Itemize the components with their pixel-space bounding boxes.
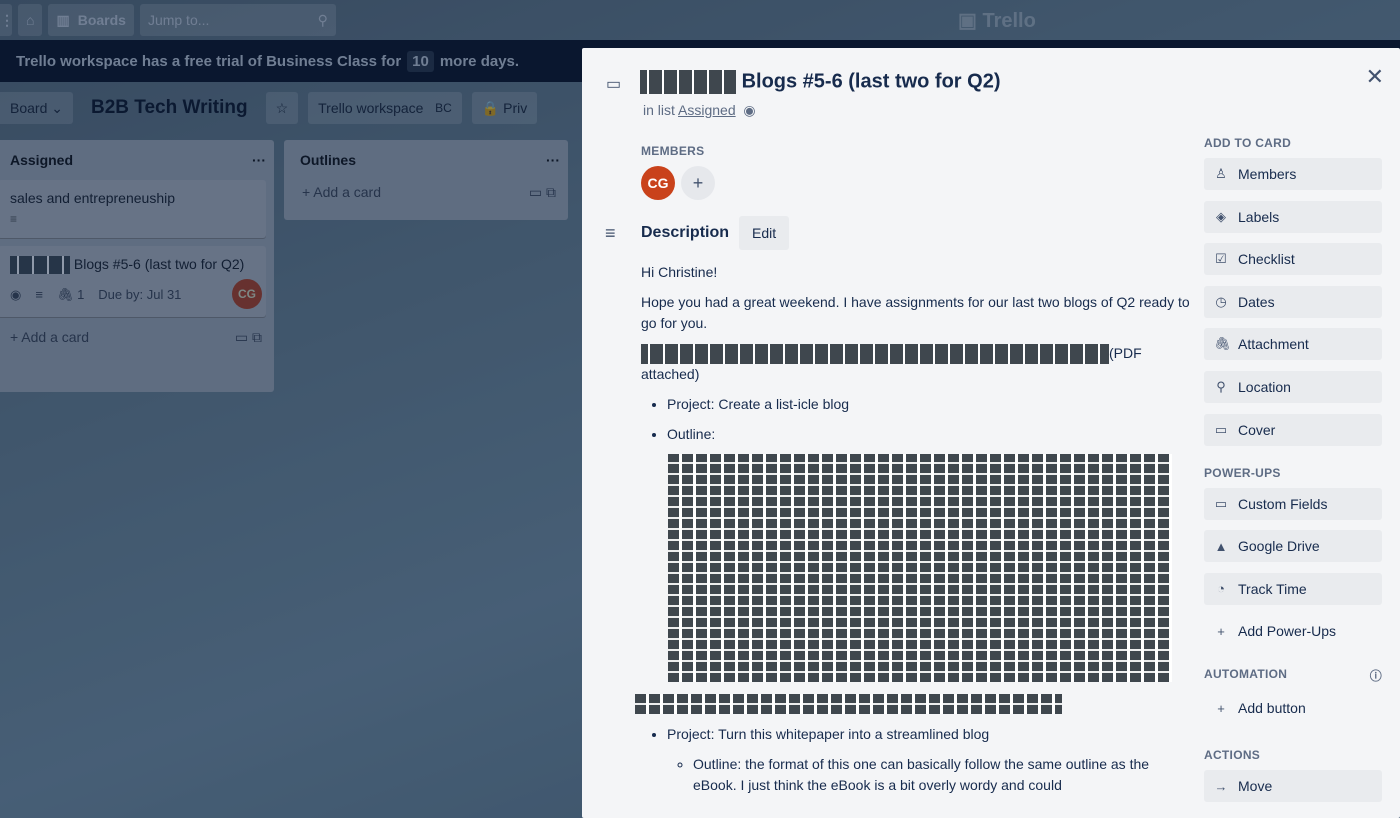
- card-icon: ▭: [606, 76, 622, 93]
- sidebar-button-checklist[interactable]: ☑ Checklist: [1204, 243, 1382, 276]
- sidebar-button-google-drive[interactable]: ▲ Google Drive: [1204, 530, 1382, 563]
- card-detail-modal: ✕ ▭ Blogs #5-6 (last two for Q2) in list…: [582, 48, 1400, 818]
- plus-icon: +: [1217, 623, 1225, 639]
- sidebar-button-label: Track Time: [1238, 580, 1307, 597]
- member-avatar[interactable]: CG: [641, 166, 675, 200]
- sidebar-button-labels[interactable]: ◈ Labels: [1204, 200, 1382, 233]
- desc-bullet: Project: Turn this whitepaper into a str…: [667, 724, 1191, 745]
- sidebar-button-location[interactable]: ⚲ Location: [1204, 370, 1382, 403]
- close-icon[interactable]: ✕: [1366, 64, 1384, 90]
- sidebar-button-label: Checklist: [1238, 251, 1295, 268]
- sidebar-button-members[interactable]: ♙ Members: [1204, 158, 1382, 190]
- track-time-icon: ◔: [1217, 581, 1225, 597]
- sidebar-button-label: Google Drive: [1238, 538, 1320, 555]
- cover-icon: ▭: [1214, 421, 1228, 437]
- plus-icon: +: [1217, 700, 1225, 716]
- watch-icon[interactable]: ◉: [743, 102, 755, 118]
- desc-greeting: Hi Christine!: [641, 264, 718, 280]
- sidebar-button-label: Add Power-Ups: [1238, 623, 1337, 640]
- sidebar-button-label: Location: [1238, 378, 1291, 395]
- desc-bullet: Project: Create a list-icle blog: [667, 394, 1191, 415]
- sidebar-button-attachment[interactable]: 🖇 Attachment: [1204, 328, 1382, 361]
- redacted-text: [641, 344, 1109, 365]
- sidebar-button-label: Attachment: [1238, 336, 1309, 353]
- paperclip-icon: 🖇: [1214, 336, 1231, 352]
- desc-intro: Hope you had a great weekend. I have ass…: [641, 294, 1190, 331]
- redacted-text: [635, 694, 1062, 715]
- powerups-label: POWER-UPS: [1204, 465, 1281, 480]
- description-body[interactable]: Hi Christine! Hope you had a great weeke…: [635, 262, 1191, 796]
- card-main: MEMBERS CG + ≡ Description Edit Hi Chris…: [605, 144, 1191, 805]
- card-title-text: Blogs #5-6 (last two for Q2): [741, 70, 1001, 93]
- clock-icon: ◷: [1215, 293, 1227, 309]
- google-drive-icon: ▲: [1214, 538, 1228, 554]
- sidebar-button-label: Dates: [1238, 293, 1275, 310]
- sidebar-button-label: Labels: [1238, 208, 1280, 225]
- checklist-icon: ☑: [1215, 251, 1227, 267]
- move-button[interactable]: → Move: [1204, 770, 1382, 803]
- actions-label: ACTIONS: [1204, 748, 1261, 763]
- arrow-right-icon: →: [1214, 778, 1228, 794]
- description-icon: ≡: [605, 222, 616, 243]
- automation-label: AUTOMATION: [1204, 667, 1288, 682]
- automation-header: AUTOMATION ⓘ: [1204, 667, 1382, 684]
- add-member-button[interactable]: +: [681, 166, 715, 200]
- sidebar-button-label: Custom Fields: [1238, 495, 1328, 512]
- custom-fields-icon: ▭: [1214, 495, 1228, 511]
- info-icon[interactable]: ⓘ: [1370, 667, 1382, 684]
- edit-description-button[interactable]: Edit: [739, 216, 790, 250]
- redacted-image: [668, 454, 1172, 683]
- sidebar-button-label: Members: [1238, 166, 1297, 182]
- in-list-info: in list Assigned ◉: [643, 102, 756, 119]
- sidebar-button-add-power-ups[interactable]: + Add Power-Ups: [1204, 615, 1382, 647]
- desc-sub-bullet: Outline: the format of this one can basi…: [693, 754, 1191, 796]
- members-label: MEMBERS: [641, 144, 705, 158]
- desc-bullet: Outline:: [667, 424, 1191, 445]
- pin-icon: ⚲: [1216, 378, 1226, 394]
- add-button-button[interactable]: + Add button: [1204, 692, 1382, 724]
- desc-pdf-line: (PDF attached): [641, 343, 1191, 385]
- person-icon: ♙: [1215, 166, 1227, 181]
- in-list-prefix: in list: [643, 102, 675, 118]
- card-sidebar: ADD TO CARD ♙ Members ◈ Labels ☑ Checklist ◷ Da…: [1204, 136, 1382, 813]
- sidebar-button-cover[interactable]: ▭ Cover: [1204, 413, 1382, 446]
- add-to-card-label: ADD TO CARD: [1204, 136, 1292, 150]
- list-link[interactable]: Assigned: [678, 102, 736, 118]
- add-button-label: Add button: [1238, 700, 1306, 717]
- sidebar-button-label: Cover: [1238, 421, 1276, 438]
- sidebar-button-custom-fields[interactable]: ▭ Custom Fields: [1204, 487, 1382, 520]
- card-title-heading[interactable]: Blogs #5-6 (last two for Q2): [640, 70, 1001, 94]
- description-heading: Description: [641, 224, 730, 241]
- sidebar-button-track-time[interactable]: ◔ Track Time: [1204, 572, 1382, 605]
- redacted-text: [640, 70, 736, 94]
- sidebar-button-dates[interactable]: ◷ Dates: [1204, 285, 1382, 318]
- tag-icon: ◈: [1216, 208, 1226, 224]
- move-label: Move: [1238, 778, 1273, 795]
